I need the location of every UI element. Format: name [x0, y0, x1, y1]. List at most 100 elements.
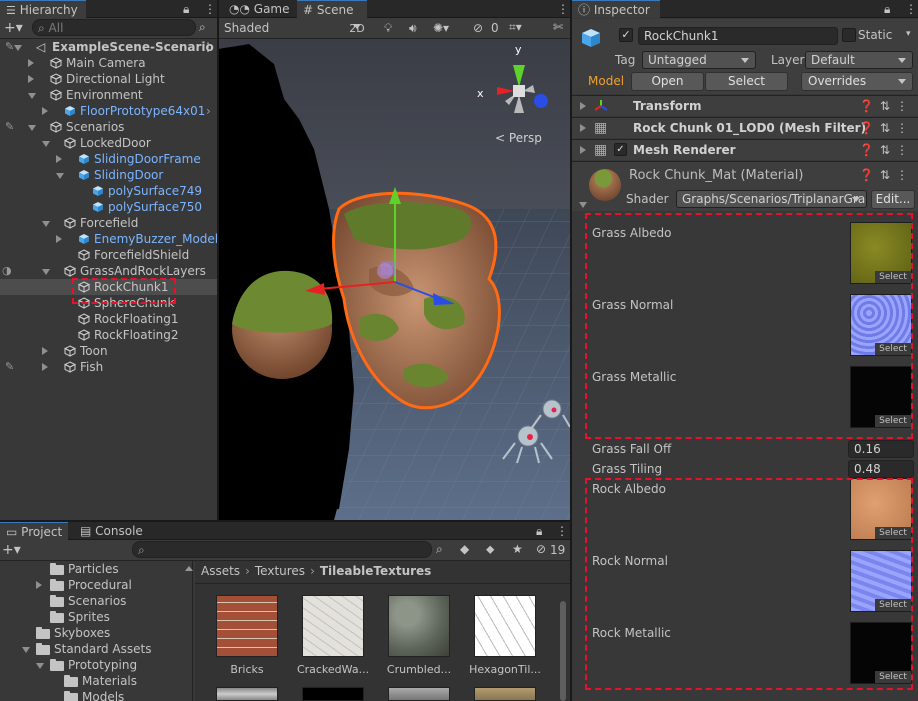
hierarchy-item[interactable]: Forcefield — [0, 215, 217, 231]
expand-arrow[interactable] — [42, 221, 50, 227]
texture-thumbnail[interactable] — [388, 687, 450, 701]
more-menu-icon[interactable]: ⋮ — [905, 3, 917, 15]
search-scene-icon[interactable]: ⌕ — [199, 21, 206, 33]
active-checkbox[interactable]: ✓ — [619, 28, 633, 42]
hierarchy-item[interactable]: polySurface749 — [0, 183, 217, 199]
hierarchy-item[interactable]: GrassAndRockLayers ◑ — [0, 263, 217, 279]
chevron-right-icon[interactable]: › — [206, 103, 211, 119]
tab-project[interactable]: ▭ Project — [0, 522, 68, 540]
hierarchy-item[interactable]: RockFloating1 — [0, 311, 217, 327]
project-folder-item[interactable]: Scenarios — [0, 593, 192, 609]
breadcrumb-item[interactable]: TileableTextures — [320, 564, 431, 578]
hierarchy-item[interactable]: LockedDoor — [0, 135, 217, 151]
project-tree-scroll-up[interactable] — [185, 566, 193, 571]
texture-thumbnail[interactable] — [474, 687, 536, 701]
hidden-packages-icon[interactable]: ⊘ — [536, 543, 546, 555]
audio-toggle-icon[interactable]: 🔊︎ — [409, 22, 417, 34]
scene-pick-icon[interactable]: ✎ — [5, 359, 14, 375]
hierarchy-item[interactable]: Main Camera — [0, 55, 217, 71]
search-settings-icon[interactable]: ⌕ — [436, 543, 443, 555]
scene-pick-icon[interactable]: ✎ — [5, 119, 14, 135]
expand-arrow[interactable] — [42, 269, 50, 275]
lighting-toggle-icon[interactable]: 💡︎ — [384, 22, 392, 34]
expand-arrow[interactable] — [56, 155, 62, 163]
object-name-field[interactable]: RockChunk1 — [638, 27, 838, 45]
lock-icon[interactable]: 🔒︎ — [183, 3, 189, 15]
hierarchy-item[interactable]: SlidingDoorFrame — [0, 151, 217, 167]
shader-dropdown[interactable]: Graphs/Scenarios/TriplanarGra — [676, 190, 867, 208]
tools-icon[interactable]: ✄ — [553, 21, 563, 33]
add-icon[interactable]: +▾ — [2, 543, 21, 557]
gizmos-icon[interactable]: ⌗▾ — [509, 21, 522, 33]
asset-item[interactable]: HexagonTil... — [465, 595, 545, 676]
material-expand-arrow[interactable] — [579, 202, 587, 208]
hierarchy-item[interactable]: Directional Light — [0, 71, 217, 87]
tab-hierarchy[interactable]: ☰ Hierarchy — [0, 0, 86, 18]
scene-viewport[interactable]: y x < Persp — [219, 39, 570, 520]
project-folder-item[interactable]: Materials — [0, 673, 192, 689]
hierarchy-item[interactable]: EnemyBuzzer_Model — [0, 231, 217, 247]
texture-thumbnail[interactable] — [302, 687, 364, 701]
hierarchy-search-input[interactable]: ⌕ All — [32, 19, 196, 36]
expand-arrow[interactable] — [42, 107, 48, 115]
component-mesh-filter[interactable]: ▦ Rock Chunk 01_LOD0 (Mesh Filter) ❓⇅⋮ — [572, 117, 918, 138]
mesh-renderer-enabled-checkbox[interactable]: ✓ — [614, 143, 627, 156]
hierarchy-item[interactable]: Fish ✎ — [0, 359, 217, 375]
component-header-icons[interactable]: ❓⇅⋮ — [859, 121, 914, 135]
breadcrumb-item[interactable]: Textures — [255, 564, 305, 578]
select-prefab-button[interactable]: Select — [705, 72, 788, 91]
hierarchy-item[interactable]: ◁ ExampleScene-Scenario ⋮ ✎ — [0, 39, 217, 55]
open-prefab-button[interactable]: Open — [631, 72, 704, 91]
tab-console[interactable]: ▤ Console — [74, 522, 149, 540]
project-folder-item[interactable]: Procedural — [0, 577, 192, 593]
lock-icon[interactable]: 🔒︎ — [884, 3, 890, 15]
expand-arrow[interactable] — [36, 581, 42, 589]
expand-arrow[interactable] — [56, 235, 62, 243]
grass-fall-off-field[interactable]: 0.16 — [848, 440, 914, 458]
layer-dropdown[interactable]: Default — [805, 51, 913, 69]
component-header-icons[interactable]: ❓⇅⋮ — [859, 99, 914, 113]
grass-tiling-field[interactable]: 0.48 — [848, 460, 914, 478]
expand-arrow[interactable] — [580, 102, 586, 110]
scene-visibility-icon[interactable]: ✎ — [5, 39, 14, 55]
asset-item[interactable]: CrackedWa... — [293, 595, 373, 676]
filter-label-icon[interactable]: ⬥ — [486, 543, 494, 555]
expand-arrow[interactable] — [42, 141, 50, 147]
expand-arrow[interactable] — [14, 45, 22, 51]
tab-scene[interactable]: # Scene — [297, 0, 367, 18]
asset-item[interactable]: Bricks — [207, 595, 287, 676]
hierarchy-item[interactable]: polySurface750 — [0, 199, 217, 215]
asset-item[interactable]: Crumbled... — [379, 595, 459, 676]
more-menu-icon[interactable]: ⋮ — [557, 3, 569, 15]
expand-arrow[interactable] — [28, 93, 36, 99]
hierarchy-item[interactable]: SlidingDoor — [0, 167, 217, 183]
favorites-star-icon[interactable]: ★ — [512, 543, 523, 555]
component-transform[interactable]: Transform ❓⇅⋮ — [572, 95, 918, 116]
more-menu-icon[interactable]: ⋮ — [202, 39, 214, 55]
expand-arrow[interactable] — [42, 347, 48, 355]
hierarchy-item[interactable]: Scenarios ✎ — [0, 119, 217, 135]
shading-mode-dropdown[interactable]: Shaded — [219, 18, 367, 39]
expand-arrow[interactable] — [580, 124, 586, 132]
expand-arrow[interactable] — [28, 59, 34, 67]
project-folder-item[interactable]: Models — [0, 689, 192, 701]
effects-dropdown-icon[interactable]: ✺▾ — [433, 22, 449, 34]
overrides-dropdown[interactable]: Overrides — [801, 72, 913, 91]
toggle-2d-button[interactable]: 2D — [347, 20, 367, 37]
hierarchy-item[interactable]: ForcefieldShield — [0, 247, 217, 263]
hierarchy-item[interactable]: RockFloating2 — [0, 327, 217, 343]
expand-arrow[interactable] — [28, 75, 34, 83]
expand-arrow[interactable] — [42, 363, 48, 371]
component-header-icons[interactable]: ❓⇅⋮ — [859, 143, 914, 157]
material-header-icons[interactable]: ❓⇅⋮ — [859, 168, 914, 182]
tab-inspector[interactable]: ⓘ Inspector — [572, 0, 660, 18]
visibility-eye-icon[interactable]: ◑ — [2, 263, 12, 279]
more-menu-icon[interactable]: ⋮ — [204, 3, 216, 15]
expand-arrow[interactable] — [28, 125, 36, 131]
projection-toggle[interactable]: < Persp — [495, 131, 542, 145]
tab-game[interactable]: ◔◔ Game — [223, 0, 296, 18]
lock-icon[interactable]: 🔒︎ — [536, 525, 542, 537]
hierarchy-item[interactable]: Environment — [0, 87, 217, 103]
project-folder-item[interactable]: Standard Assets — [0, 641, 192, 657]
visibility-icon[interactable]: ⊘ — [473, 22, 483, 34]
